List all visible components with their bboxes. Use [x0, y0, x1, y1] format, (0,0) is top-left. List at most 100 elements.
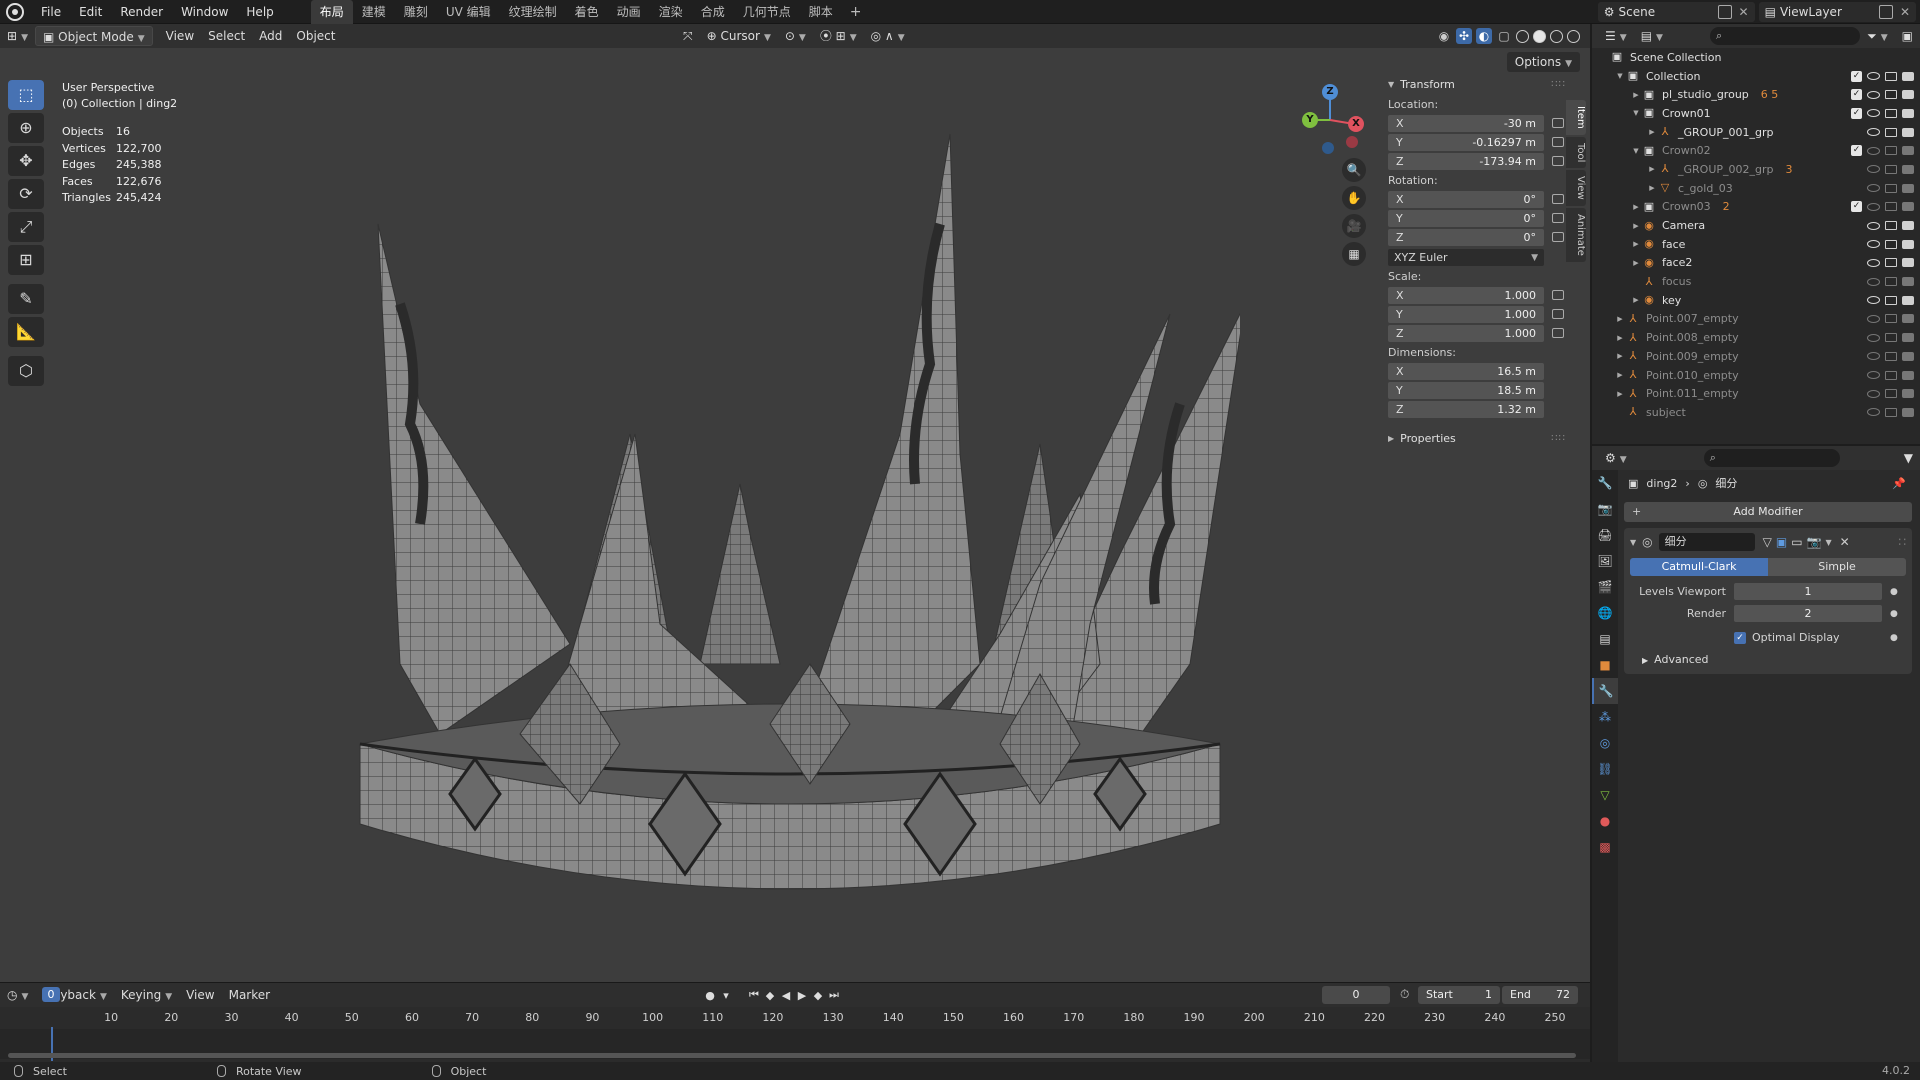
overlay-toggle-icon[interactable]: ◐ — [1476, 28, 1492, 44]
tab-workspace-1[interactable]: 建模 — [353, 0, 395, 24]
navigation-gizmo[interactable]: Z Y X — [1290, 80, 1370, 160]
monitor-icon[interactable] — [1885, 221, 1897, 231]
drag-handle-icon[interactable]: ∷ — [1898, 535, 1906, 549]
location-x-field[interactable]: X -30 m — [1388, 114, 1544, 132]
editor-type-icon[interactable]: ☰ ▼ — [1598, 26, 1634, 46]
outliner-item[interactable]: ▼ ▣ Crown02 ✓ — [1592, 141, 1920, 160]
measure-tool-icon[interactable]: 📐 — [8, 317, 44, 347]
tab-workspace-3[interactable]: UV 编辑 — [437, 0, 500, 24]
location-z-field[interactable]: Z -173.94 m — [1388, 152, 1544, 170]
modifier-tab-icon[interactable]: 🔧 — [1592, 678, 1618, 704]
tab-animate[interactable]: Animate — [1566, 207, 1586, 262]
breadcrumb-modifier[interactable]: 细分 — [1715, 475, 1737, 491]
tab-workspace-4[interactable]: 纹理绘制 — [500, 0, 566, 24]
jump-start-icon[interactable]: ⏮ — [746, 988, 762, 1002]
eye-icon[interactable] — [1867, 128, 1880, 137]
jump-end-icon[interactable]: ⏭ — [826, 988, 842, 1002]
lock-icon[interactable] — [1552, 156, 1564, 166]
blender-logo-icon[interactable] — [6, 2, 24, 21]
outliner-item[interactable]: ▶ ⅄ Point.007_empty — [1592, 310, 1920, 329]
y-axis-icon[interactable]: Y — [1302, 112, 1318, 128]
properties-search-input[interactable] — [1703, 449, 1840, 467]
rendered-shading-icon[interactable] — [1567, 29, 1580, 43]
scale-z-field[interactable]: Z 1.000 — [1388, 324, 1544, 342]
view-layer-name[interactable]: ViewLayer — [1776, 5, 1876, 19]
play-icon[interactable]: ▶ — [794, 989, 810, 1002]
outliner-item[interactable]: ▶ ⅄ _GROUP_002_grp 3 — [1592, 160, 1920, 179]
transform-tool-icon[interactable]: ⊞ — [8, 245, 44, 275]
eye-icon[interactable] — [1867, 371, 1880, 380]
transform-orientation-icon[interactable]: ⤧ — [676, 26, 700, 46]
outliner-item[interactable]: ▶ ⅄ Point.008_empty — [1592, 328, 1920, 347]
render-camera-icon[interactable] — [1902, 258, 1914, 268]
move-tool-icon[interactable]: ✥ — [8, 146, 44, 176]
levels-viewport-field[interactable]: 1 — [1734, 583, 1882, 600]
render-camera-icon[interactable] — [1902, 71, 1914, 81]
optimal-display-checkbox[interactable]: ✓ — [1734, 631, 1746, 644]
eye-icon[interactable] — [1867, 184, 1880, 193]
lock-icon[interactable] — [1552, 232, 1564, 242]
lock-icon[interactable] — [1552, 137, 1564, 147]
new-view-layer-icon[interactable] — [1878, 5, 1893, 19]
material-tab-icon[interactable]: ● — [1592, 808, 1618, 834]
lock-icon[interactable] — [1552, 309, 1564, 319]
particles-tab-icon[interactable]: ⁂ — [1592, 704, 1618, 730]
prev-keyframe-icon[interactable]: ◆ — [762, 989, 778, 1002]
eye-icon[interactable] — [1867, 165, 1880, 174]
menu-edit[interactable]: Edit — [70, 0, 111, 24]
exclude-checkbox[interactable]: ✓ — [1851, 70, 1862, 82]
catmull-clark-button[interactable]: Catmull-Clark — [1630, 558, 1768, 576]
pivot-point-icon[interactable]: ⊙ ▼ — [778, 26, 813, 46]
world-tab-icon[interactable]: 🌐 — [1592, 600, 1618, 626]
timeline-menu-view[interactable]: View — [179, 985, 221, 1005]
eye-icon[interactable] — [1867, 389, 1880, 398]
eye-icon[interactable] — [1867, 109, 1880, 118]
outliner-item[interactable]: ▶ ⅄ Point.011_empty — [1592, 384, 1920, 403]
monitor-icon[interactable] — [1885, 146, 1897, 156]
monitor-icon[interactable] — [1885, 71, 1897, 81]
eye-icon[interactable] — [1867, 202, 1880, 211]
render-camera-icon[interactable] — [1902, 370, 1914, 380]
keyframe-dot-icon[interactable]: ● — [1890, 587, 1898, 597]
expand-toggle-icon[interactable]: ▶ — [1614, 390, 1626, 398]
tab-workspace-9[interactable]: 几何节点 — [734, 0, 800, 24]
outliner-item[interactable]: ▶ ◉ key — [1592, 291, 1920, 310]
outliner-item[interactable]: ▶ ◉ Camera — [1592, 216, 1920, 235]
timeline-scrollbar[interactable] — [8, 1053, 1576, 1058]
monitor-icon[interactable] — [1885, 277, 1897, 287]
expand-toggle-icon[interactable]: ▶ — [1646, 165, 1658, 173]
expand-toggle-icon[interactable]: ▼ — [1630, 147, 1642, 155]
cage-toggle-icon[interactable]: ▣ — [1776, 535, 1787, 549]
outliner-item[interactable]: ▶ ⅄ Point.010_empty — [1592, 366, 1920, 385]
rotation-x-field[interactable]: X 0° — [1388, 190, 1544, 208]
outliner-item[interactable]: ▶ ▣ Crown03 2 ✓ — [1592, 198, 1920, 217]
stopwatch-icon[interactable]: ⏱ — [1400, 987, 1409, 1002]
keyframe-dot-icon[interactable]: ● — [1890, 633, 1898, 643]
monitor-icon[interactable] — [1885, 108, 1897, 118]
expand-toggle-icon[interactable]: ▶ — [1646, 184, 1658, 192]
monitor-icon[interactable] — [1885, 164, 1897, 174]
panel-options-icon[interactable]: ▼ — [1897, 448, 1920, 468]
scene-selector[interactable]: ⚙ Scene ✕ — [1597, 2, 1755, 22]
viewport-toggle-icon[interactable]: ▭ — [1791, 535, 1802, 549]
tool-tab-icon[interactable]: 🔧 — [1592, 470, 1618, 496]
playhead[interactable]: 0 — [42, 987, 60, 1002]
eye-icon[interactable] — [1867, 258, 1880, 267]
x-axis-icon[interactable]: X — [1348, 116, 1364, 132]
end-frame-field[interactable]: End 72 — [1502, 986, 1578, 1004]
expand-toggle-icon[interactable]: ▼ — [1630, 109, 1642, 117]
exclude-checkbox[interactable]: ✓ — [1851, 107, 1862, 119]
play-reverse-icon[interactable]: ◀ — [778, 989, 794, 1002]
lock-icon[interactable] — [1552, 290, 1564, 300]
outliner-item[interactable]: ▣ Scene Collection — [1592, 48, 1920, 67]
timeline-menu-marker[interactable]: Marker — [222, 985, 277, 1005]
pin-icon[interactable]: 📌 — [1892, 477, 1906, 490]
render-camera-icon[interactable] — [1902, 183, 1914, 193]
keyframe-dot-icon[interactable]: ● — [1890, 609, 1898, 619]
eye-icon[interactable] — [1867, 333, 1880, 342]
select-box-tool-icon[interactable]: ⬚ — [8, 80, 44, 110]
lock-icon[interactable] — [1552, 328, 1564, 338]
start-frame-field[interactable]: Start 1 — [1418, 986, 1500, 1004]
wireframe-shading-icon[interactable] — [1516, 29, 1529, 43]
expand-toggle-icon[interactable]: ▶ — [1630, 203, 1642, 211]
